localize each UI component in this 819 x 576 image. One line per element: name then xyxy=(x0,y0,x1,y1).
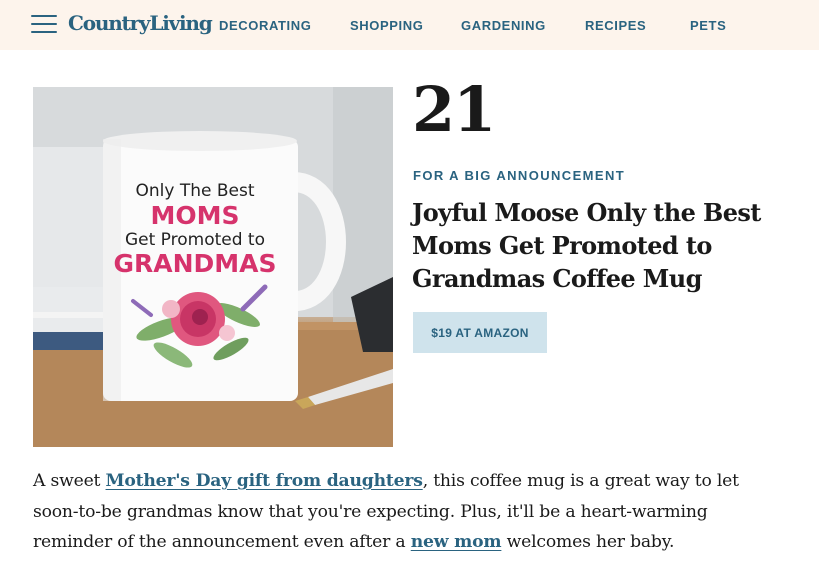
product-description: A sweet Mother's Day gift from daughters… xyxy=(33,466,763,558)
nav-shopping[interactable]: SHOPPING xyxy=(350,18,423,33)
product-title[interactable]: Joyful Moose Only the Best Moms Get Prom… xyxy=(412,196,772,295)
buy-at-amazon-button[interactable]: $19 AT AMAZON xyxy=(413,312,547,353)
mug-line3: Get Promoted to xyxy=(125,230,265,250)
mug-line4: GRANDMAS xyxy=(113,249,276,278)
mug-line2: MOMS xyxy=(150,201,239,230)
item-tag: FOR A BIG ANNOUNCEMENT xyxy=(413,168,626,183)
menu-icon[interactable] xyxy=(31,13,57,35)
item-number: 21 xyxy=(412,73,496,146)
nav-gardening[interactable]: GARDENING xyxy=(461,18,546,33)
site-header: CountryLiving DECORATING SHOPPING GARDEN… xyxy=(0,0,819,50)
product-image[interactable]: Only The Best MOMS Get Promoted to GRAND… xyxy=(33,87,393,447)
new-mom-link[interactable]: new mom xyxy=(411,532,502,552)
nav-pets[interactable]: PETS xyxy=(690,18,726,33)
nav-recipes[interactable]: RECIPES xyxy=(585,18,646,33)
mothers-day-gift-link[interactable]: Mother's Day gift from daughters xyxy=(106,471,423,491)
description-text: welcomes her baby. xyxy=(501,532,675,552)
nav-decorating[interactable]: DECORATING xyxy=(219,18,311,33)
site-logo[interactable]: CountryLiving xyxy=(68,11,213,35)
description-text: A sweet xyxy=(33,471,106,491)
mug-line1: Only The Best xyxy=(135,181,254,201)
